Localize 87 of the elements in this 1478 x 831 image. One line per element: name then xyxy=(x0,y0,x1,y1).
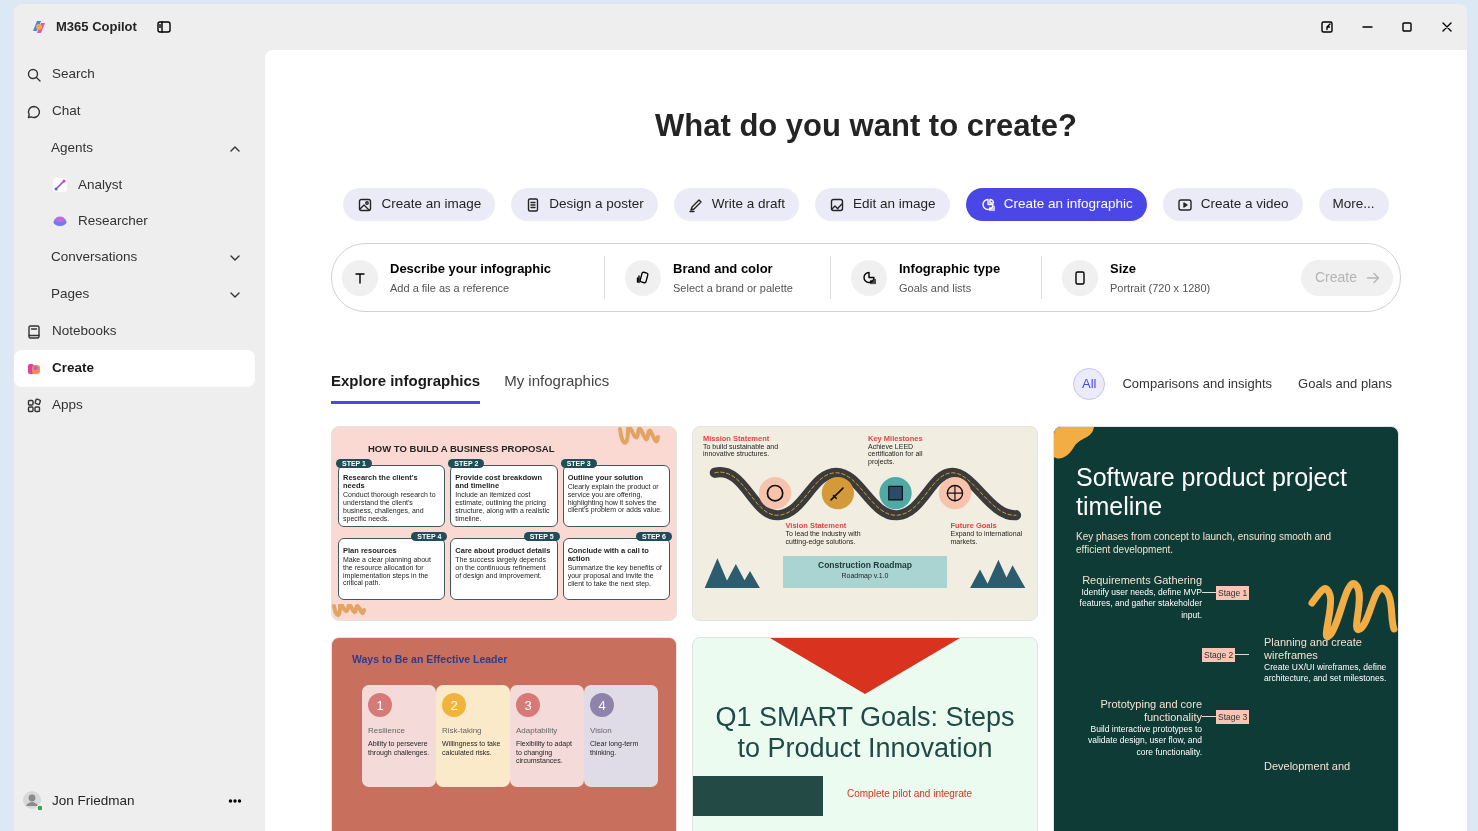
prompt-option[interactable]: Infographic type Goals and lists xyxy=(851,258,1041,297)
blob-drawing xyxy=(1054,426,1094,461)
infographic-title: Ways to Be an Effective Leader xyxy=(352,651,509,667)
stage-heading: Planning and create wireframes xyxy=(1264,635,1363,662)
prompt-option[interactable]: Size Portrait (720 x 1280) xyxy=(1062,258,1242,297)
infographic-subtitle: Key phases from concept to launch, ensuring smooth and efficient development. xyxy=(1076,529,1333,556)
stage-text: Identify user needs, define MVP features, and gather stakeholder input. xyxy=(1078,586,1202,622)
portrait-icon xyxy=(1072,269,1088,286)
sidebar-item[interactable]: Researcher xyxy=(14,203,255,239)
action-chip[interactable]: More... xyxy=(1318,188,1389,221)
filter-chip[interactable]: Comparisons and insights xyxy=(1113,368,1282,400)
sidebar-item[interactable]: Conversations xyxy=(14,239,255,276)
option-title: Infographic type xyxy=(899,259,1001,278)
sidebar-item[interactable]: Apps xyxy=(14,387,255,424)
infographic-title: Q1 SMART Goals: Steps to Product Innovation xyxy=(714,701,1016,764)
analyst-icon xyxy=(52,177,68,193)
chart-icon xyxy=(861,269,877,286)
template-card[interactable]: Q1 SMART Goals: Steps to Product Innovation Complete pilot and integrate xyxy=(692,636,1038,831)
avatar-icon xyxy=(22,790,44,812)
stage-label: Stage 3 xyxy=(1216,709,1250,725)
video-icon xyxy=(1176,196,1193,213)
swatch-icon xyxy=(635,269,651,286)
page-heading: What do you want to create? xyxy=(654,107,1078,145)
prompt-option[interactable]: Describe your infographic Add a file as a reference xyxy=(342,258,604,297)
stage-text: Build interactive prototypes to validate design, user flow, and core functionality. xyxy=(1087,723,1202,759)
action-chip[interactable]: Create a video xyxy=(1162,188,1303,221)
chat-icon xyxy=(26,103,42,120)
action-chip[interactable]: Design a poster xyxy=(511,188,658,221)
option-title: Size xyxy=(1110,259,1137,278)
stage-heading: Prototyping and core functionality xyxy=(1099,697,1202,724)
copilot-logo-icon xyxy=(30,18,48,36)
option-subtitle: Select a brand or palette xyxy=(673,281,793,296)
image-icon xyxy=(357,196,374,213)
stage-text: Create UX/UI wireframes, define architecture, and set milestones. xyxy=(1264,661,1388,685)
notebook-icon xyxy=(26,323,42,340)
option-title: Brand and color xyxy=(673,259,774,278)
maximize-icon xyxy=(1399,19,1415,35)
trait-heading: Risk-taking xyxy=(442,725,483,738)
number-badge: 3 xyxy=(516,693,540,718)
goal-text: Complete pilot and integrate xyxy=(847,786,973,801)
image-edit-icon xyxy=(829,196,846,213)
option-subtitle: Add a file as a reference xyxy=(390,281,511,296)
minimize-icon xyxy=(1361,26,1373,28)
prompt-option[interactable]: Brand and color Select a brand or palette xyxy=(625,258,830,297)
leader-line xyxy=(1202,592,1216,594)
filter-chip[interactable]: All xyxy=(1073,368,1106,400)
stage-heading: Development and xyxy=(1264,759,1352,773)
sidebar-item[interactable]: Chat xyxy=(14,93,255,130)
leader-line xyxy=(1202,716,1216,718)
infographic-title: Software product project timeline xyxy=(1076,462,1348,522)
infographic-title: HOW TO BUILD A BUSINESS PROPOSAL xyxy=(368,441,555,456)
template-card[interactable] xyxy=(331,425,677,621)
number-badge: 2 xyxy=(442,693,466,718)
action-chip[interactable]: Edit an image xyxy=(815,188,950,221)
stage-label: Stage 2 xyxy=(1202,647,1236,663)
banner-title: Construction Roadmap xyxy=(817,558,913,572)
trait-heading: Vision xyxy=(590,725,613,738)
tab[interactable]: Explore infographics xyxy=(331,370,481,404)
sidebar-icon xyxy=(155,19,172,35)
sidebar-item[interactable]: Pages xyxy=(14,276,255,313)
sidebar-item[interactable]: Search xyxy=(14,56,255,93)
user-name: Jon Friedman xyxy=(52,791,135,810)
option-subtitle: Portrait (720 x 1280) xyxy=(1110,281,1211,296)
sidebar-item[interactable]: Create xyxy=(14,350,255,387)
trait-heading: Resilience xyxy=(368,725,406,738)
action-chip[interactable]: Create an infographic xyxy=(965,188,1147,221)
search-icon xyxy=(26,66,42,83)
template-card[interactable] xyxy=(692,425,1038,621)
chart-icon xyxy=(979,196,996,213)
number-badge: 1 xyxy=(368,693,392,718)
stage-label: Stage 1 xyxy=(1216,585,1250,601)
filter-chip[interactable]: Goals and plans xyxy=(1289,368,1401,400)
tab[interactable]: My infographics xyxy=(504,370,610,404)
number-badge: 4 xyxy=(590,693,614,718)
leader-line xyxy=(1235,654,1250,656)
action-chip[interactable]: Write a draft xyxy=(673,188,800,221)
compact-view-icon xyxy=(1319,19,1335,35)
sidebar-item[interactable]: Notebooks xyxy=(14,313,255,350)
sidebar-item[interactable]: Agents xyxy=(14,130,255,167)
sidebar-item[interactable]: Analyst xyxy=(14,167,255,203)
app-title: M365 Copilot xyxy=(56,18,137,37)
stage-heading: Requirements Gathering xyxy=(1081,573,1202,587)
trait-heading: Adaptability xyxy=(516,725,559,738)
option-title: Describe your infographic xyxy=(390,259,552,278)
action-chip[interactable]: Create an image xyxy=(343,188,496,221)
option-subtitle: Goals and lists xyxy=(899,281,973,296)
apps-icon xyxy=(26,397,42,414)
